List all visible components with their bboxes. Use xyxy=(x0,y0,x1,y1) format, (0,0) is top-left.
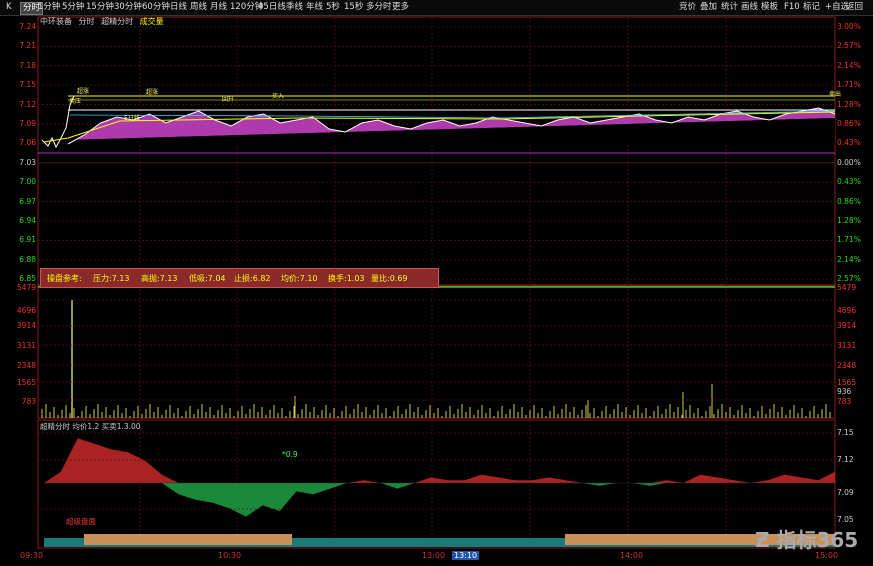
volume-axis-right-label: 936 xyxy=(837,387,852,396)
volume-axis-left-label: 5479 xyxy=(16,283,36,292)
price-axis-right-label: 0.86% xyxy=(837,119,861,128)
price-axis-right-label: 0.43% xyxy=(837,138,861,148)
volume-axis-left-label: 3131 xyxy=(16,341,36,350)
price-panel-frame xyxy=(37,16,836,286)
volume-axis-right-label: 783 xyxy=(837,397,852,406)
chart-marker-label: 回升 xyxy=(222,95,234,103)
volume-axis-left-label: 4696 xyxy=(16,306,36,315)
price-axis-left-label: 7.12 xyxy=(19,99,36,109)
info-item-0: 压力:7.13 xyxy=(93,274,130,283)
info-item-1: 高抛:7.13 xyxy=(141,274,178,283)
info-item-5: 换手:1.03 xyxy=(328,274,365,283)
info-item-3: 止损:6.82 xyxy=(234,274,271,283)
chart-marker-label: 5日线 xyxy=(124,114,140,122)
price-axis-left-label: 7.15 xyxy=(19,80,36,90)
time-axis-label: 13:10 xyxy=(452,551,480,560)
price-axis-right-label: 3.00% xyxy=(837,22,861,31)
price-axis-right-label: 0.00% xyxy=(837,157,861,167)
price-axis-right-label: 2.14% xyxy=(837,60,861,70)
price-axis-left-label: 6.85 xyxy=(19,274,36,284)
time-axis-label: 13:00 xyxy=(422,551,446,560)
volume-axis-left-label: 3914 xyxy=(16,321,36,330)
price-axis-left-label: 7.24 xyxy=(19,22,36,31)
volume-axis-left-label: 1565 xyxy=(16,378,36,387)
price-axis-right-label: 0.43% xyxy=(837,177,861,187)
price-axis-left-label: 7.09 xyxy=(19,119,36,128)
price-axis-right-label: 2.14% xyxy=(837,254,861,264)
indicator-bottom-label: 超级盘面 xyxy=(66,517,96,526)
indicator-negative-area xyxy=(44,483,835,517)
indicator-axis-label: 7.12 xyxy=(837,455,854,464)
volume-axis-left-label: 2348 xyxy=(16,361,36,370)
price-axis-right-label: 1.28% xyxy=(837,216,861,225)
price-axis-right-label: 1.28% xyxy=(837,99,861,109)
trading-reference-bar: 操盘参考: 压力:7.13 高抛:7.13 低吸:7.04 止损:6.82 均价:7.1… xyxy=(40,268,439,288)
info-item-2: 低吸:7.04 xyxy=(189,274,226,283)
indicator-title: 超精分时 均价1.2 买卖1.3.00 xyxy=(40,422,141,431)
price-axis-right-label: 1.71% xyxy=(837,235,861,245)
session-band-up xyxy=(84,534,292,545)
price-axis-left-label: 6.94 xyxy=(19,216,36,225)
price-axis-right-label: 0.86% xyxy=(837,196,861,206)
volume-axis-left-label: 783 xyxy=(21,397,36,406)
indicator-axis-label: 7.05 xyxy=(837,515,854,524)
indicator-axis-label: 7.15 xyxy=(837,428,854,437)
volume-axis-right-label: 3131 xyxy=(837,341,857,350)
info-item-4: 均价:7.10 xyxy=(281,274,318,283)
price-axis-left-label: 6.91 xyxy=(19,235,36,245)
price-axis-right-label: 1.71% xyxy=(837,80,861,90)
price-axis-left-label: 7.06 xyxy=(19,138,36,148)
volume-axis-right-label: 1565 xyxy=(837,378,857,387)
price-axis-left-label: 7.03 xyxy=(19,157,36,167)
price-axis-left-label: 6.88 xyxy=(19,254,36,264)
indicator-positive-area xyxy=(44,438,835,483)
price-axis-left-label: 6.97 xyxy=(19,196,36,206)
price-axis-left-label: 7.21 xyxy=(19,41,36,51)
time-axis-label: 14:00 xyxy=(620,551,644,560)
chart-marker-label: 超涨 xyxy=(77,87,89,95)
volume-axis-right-label: 2348 xyxy=(837,361,857,370)
chart-marker-label: 卖压 xyxy=(69,98,81,105)
time-axis-label: 10:30 xyxy=(218,551,242,560)
indicator-panel-frame xyxy=(37,419,836,549)
price-axis-left-label: 7.18 xyxy=(19,60,36,70)
watermark-logo: Ƶ 指标365 xyxy=(755,528,859,552)
chart-marker-label: 超涨 xyxy=(146,88,158,96)
info-item-6: 量比:0.69 xyxy=(371,274,408,283)
volume-axis-right-label: 4696 xyxy=(837,306,857,315)
chart-marker-label: 买入 xyxy=(272,92,284,100)
volume-panel-frame xyxy=(37,285,836,419)
price-axis-right-label: 2.57% xyxy=(837,274,861,284)
time-axis-label: 15:00 xyxy=(815,551,839,560)
volume-axis-right-label: 3914 xyxy=(837,321,857,330)
chart-marker-label: 卖出 xyxy=(829,90,841,98)
price-axis-left-label: 7.00 xyxy=(19,177,36,187)
time-axis-label: 09:30 xyxy=(20,551,44,560)
info-title: 操盘参考: xyxy=(47,274,82,283)
price-axis-right-label: 2.57% xyxy=(837,41,861,51)
volume-axis-right-label: 5479 xyxy=(837,283,857,292)
indicator-axis-label: 7.09 xyxy=(837,488,854,497)
indicator-marker: *0.9 xyxy=(282,450,298,459)
